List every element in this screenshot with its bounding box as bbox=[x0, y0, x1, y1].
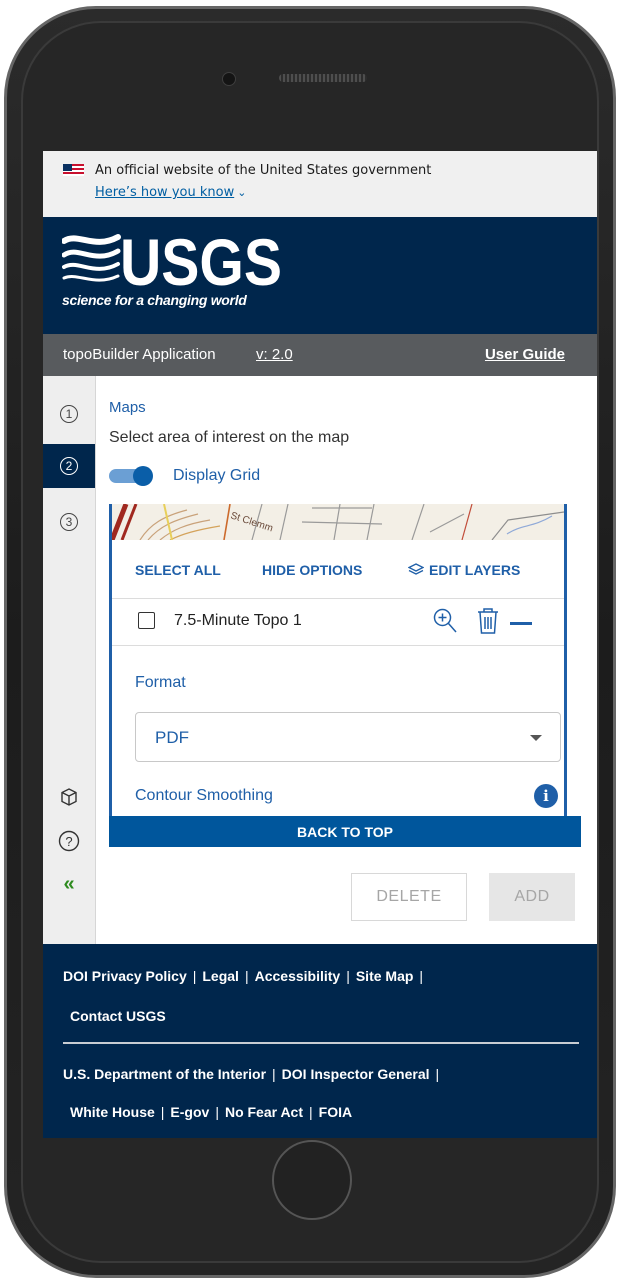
layer-name: 7.5-Minute Topo 1 bbox=[174, 612, 302, 629]
step-1-label: 1 bbox=[60, 405, 78, 423]
map-options-panel: St Clemm SELECT ALL HIDE OPTIONS EDIT LA… bbox=[109, 504, 567, 816]
usgs-tagline: science for a changing world bbox=[62, 292, 247, 308]
footer-row-2: Contact USGS bbox=[70, 1008, 166, 1024]
layers-icon bbox=[408, 563, 424, 575]
footer-row-4: White House | E-gov | No Fear Act | FOIA bbox=[70, 1104, 353, 1120]
instruction-text: Select area of interest on the map bbox=[109, 429, 350, 446]
side-rail: 1 2 3 ? « bbox=[43, 376, 96, 944]
options-bar: SELECT ALL HIDE OPTIONS EDIT LAYERS bbox=[112, 540, 564, 598]
format-select[interactable]: PDF bbox=[135, 712, 561, 762]
gov-banner: An official website of the United States… bbox=[43, 151, 597, 217]
edit-layers-button[interactable]: EDIT LAYERS bbox=[408, 562, 520, 578]
usgs-header: USGS science for a changing world bbox=[43, 217, 597, 334]
double-chevron-left-icon[interactable]: « bbox=[55, 870, 83, 898]
camera-icon bbox=[222, 72, 236, 86]
contour-smoothing-label: Contour Smoothing bbox=[135, 787, 273, 804]
step-2-button[interactable]: 2 bbox=[43, 444, 95, 488]
select-all-button[interactable]: SELECT ALL bbox=[135, 562, 221, 578]
step-2-label: 2 bbox=[60, 457, 78, 475]
home-button[interactable] bbox=[272, 1140, 352, 1220]
zoom-in-glyph bbox=[433, 608, 457, 633]
app-title: topoBuilder Application bbox=[63, 346, 216, 363]
display-grid-label: Display Grid bbox=[173, 467, 261, 484]
footer-link-interior[interactable]: U.S. Department of the Interior bbox=[63, 1066, 266, 1082]
usgs-logo[interactable]: USGS bbox=[61, 225, 292, 299]
hide-options-button[interactable]: HIDE OPTIONS bbox=[262, 562, 362, 578]
step-1-button[interactable]: 1 bbox=[43, 392, 95, 436]
main-area: 1 2 3 ? « Maps Select area of interest o… bbox=[43, 376, 597, 944]
footer-row-1: DOI Privacy Policy | Legal | Accessibility | S… bbox=[63, 968, 424, 984]
step-3-label: 3 bbox=[60, 513, 78, 531]
maps-section-title[interactable]: Maps bbox=[109, 399, 146, 416]
speaker-grille bbox=[279, 74, 367, 82]
help-icon-glyph: ? bbox=[58, 830, 80, 852]
version-link[interactable]: v: 2.0 bbox=[256, 346, 293, 363]
cube-icon[interactable] bbox=[55, 783, 83, 811]
footer-link-white-house[interactable]: White House bbox=[70, 1104, 155, 1120]
info-icon[interactable]: i bbox=[534, 784, 558, 808]
add-button[interactable]: ADD bbox=[489, 873, 575, 921]
screen: An official website of the United States… bbox=[43, 151, 597, 1138]
map-preview[interactable]: St Clemm bbox=[112, 504, 564, 540]
layer-checkbox[interactable] bbox=[138, 612, 155, 629]
back-to-top-button[interactable]: BACK TO TOP bbox=[109, 816, 581, 847]
user-guide-link[interactable]: User Guide bbox=[485, 346, 565, 363]
edit-layers-label: EDIT LAYERS bbox=[429, 562, 521, 578]
footer-link-privacy[interactable]: DOI Privacy Policy bbox=[63, 968, 187, 984]
step-3-button[interactable]: 3 bbox=[43, 500, 95, 544]
minus-icon[interactable] bbox=[510, 622, 532, 625]
footer-link-no-fear[interactable]: No Fear Act bbox=[225, 1104, 303, 1120]
cube-icon-glyph bbox=[61, 788, 77, 806]
footer-link-contact[interactable]: Contact USGS bbox=[70, 1008, 166, 1024]
layer-row: 7.5-Minute Topo 1 bbox=[112, 598, 564, 646]
footer-link-site-map[interactable]: Site Map bbox=[356, 968, 414, 984]
footer-link-foia[interactable]: FOIA bbox=[319, 1104, 352, 1120]
format-label: Format bbox=[135, 674, 186, 691]
footer-row-3: U.S. Department of the Interior | DOI Insp… bbox=[63, 1066, 440, 1082]
content-panel: Maps Select area of interest on the map … bbox=[95, 376, 597, 944]
gov-banner-text: An official website of the United States… bbox=[95, 163, 432, 178]
footer-link-inspector-general[interactable]: DOI Inspector General bbox=[282, 1066, 430, 1082]
footer-link-egov[interactable]: E-gov bbox=[170, 1104, 209, 1120]
help-icon[interactable]: ? bbox=[55, 827, 83, 855]
caret-down-icon bbox=[530, 735, 542, 741]
footer-link-legal[interactable]: Legal bbox=[202, 968, 239, 984]
trash-glyph bbox=[478, 608, 498, 634]
footer-link-accessibility[interactable]: Accessibility bbox=[255, 968, 341, 984]
footer-divider bbox=[63, 1042, 579, 1044]
footer: DOI Privacy Policy | Legal | Accessibility | S… bbox=[43, 944, 597, 1138]
zoom-in-icon[interactable] bbox=[432, 607, 458, 640]
trash-icon[interactable] bbox=[476, 607, 500, 640]
display-grid-toggle[interactable] bbox=[109, 466, 159, 486]
heres-how-you-know-link[interactable]: Here’s how you know ⌄ bbox=[95, 185, 246, 200]
chevron-down-icon: ⌄ bbox=[237, 186, 247, 199]
toggle-knob bbox=[133, 466, 153, 486]
format-select-value: PDF bbox=[155, 728, 189, 747]
app-bar: topoBuilder Application v: 2.0 User Guid… bbox=[43, 334, 597, 376]
heres-how-you-know-label: Here’s how you know bbox=[95, 185, 235, 200]
usgs-logo-mark: USGS bbox=[61, 225, 282, 299]
us-flag-icon bbox=[63, 164, 84, 176]
usgs-wordmark: USGS bbox=[120, 229, 282, 291]
delete-button[interactable]: DELETE bbox=[351, 873, 467, 921]
svg-text:?: ? bbox=[65, 834, 72, 849]
